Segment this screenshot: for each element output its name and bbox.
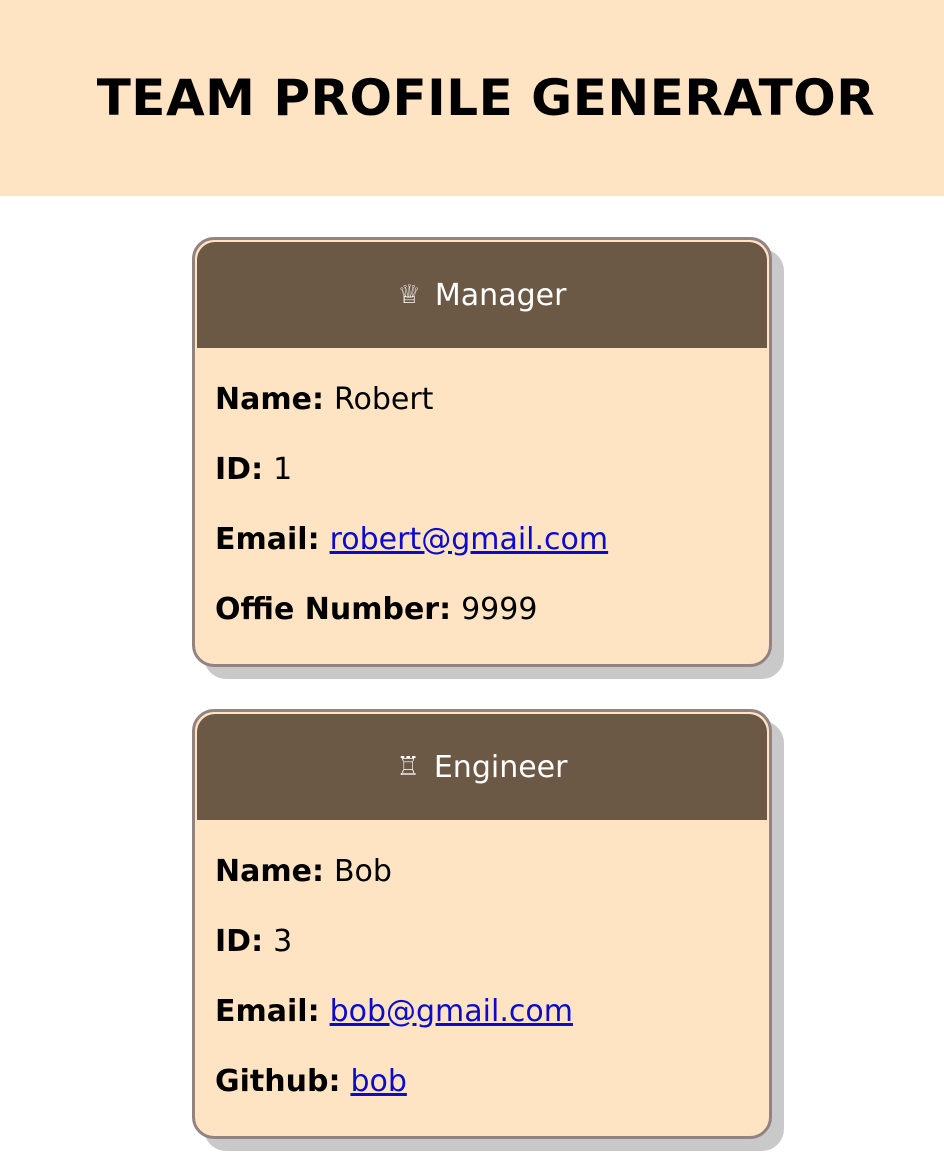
name-label: Name: xyxy=(215,853,324,889)
manager-card: ♕ Manager Name: Robert ID: 1 Email: robe… xyxy=(192,237,772,667)
name-label: Name: xyxy=(215,381,324,417)
id-row: ID: 3 xyxy=(215,906,749,976)
name-value: Bob xyxy=(333,853,392,889)
github-row: Github: bob xyxy=(215,1046,749,1116)
name-row: Name: Bob xyxy=(215,836,749,906)
office-number-value: 9999 xyxy=(461,591,538,627)
office-number-row: Offie Number: 9999 xyxy=(215,574,749,644)
card-header: ♕ Manager xyxy=(197,242,767,348)
crown-icon: ♕ xyxy=(397,280,421,310)
page-header: TEAM PROFILE GENERATOR xyxy=(0,0,944,196)
email-label: Email: xyxy=(215,521,320,557)
github-label: Github: xyxy=(215,1063,341,1099)
card-header: ♖ Engineer xyxy=(197,714,767,820)
email-row: Email: bob@gmail.com xyxy=(215,976,749,1046)
name-value: Robert xyxy=(333,381,434,417)
card-body: Name: Robert ID: 1 Email: robert@gmail.c… xyxy=(195,348,769,644)
card-role: Engineer xyxy=(433,749,568,785)
id-value: 3 xyxy=(273,923,293,959)
engineer-card: ♖ Engineer Name: Bob ID: 3 Email: bob@gm… xyxy=(192,709,772,1139)
id-label: ID: xyxy=(215,923,264,959)
card-body: Name: Bob ID: 3 Email: bob@gmail.com Git… xyxy=(195,820,769,1116)
github-link[interactable]: bob xyxy=(350,1064,406,1099)
page-title: TEAM PROFILE GENERATOR xyxy=(96,69,876,127)
email-row: Email: robert@gmail.com xyxy=(215,504,749,574)
email-label: Email: xyxy=(215,993,320,1029)
email-link[interactable]: robert@gmail.com xyxy=(330,522,609,557)
id-row: ID: 1 xyxy=(215,434,749,504)
rook-icon: ♖ xyxy=(396,752,420,782)
email-link[interactable]: bob@gmail.com xyxy=(330,994,573,1029)
id-label: ID: xyxy=(215,451,264,487)
office-number-label: Offie Number: xyxy=(215,591,452,627)
card-role: Manager xyxy=(434,277,567,313)
name-row: Name: Robert xyxy=(215,364,749,434)
id-value: 1 xyxy=(273,451,293,487)
